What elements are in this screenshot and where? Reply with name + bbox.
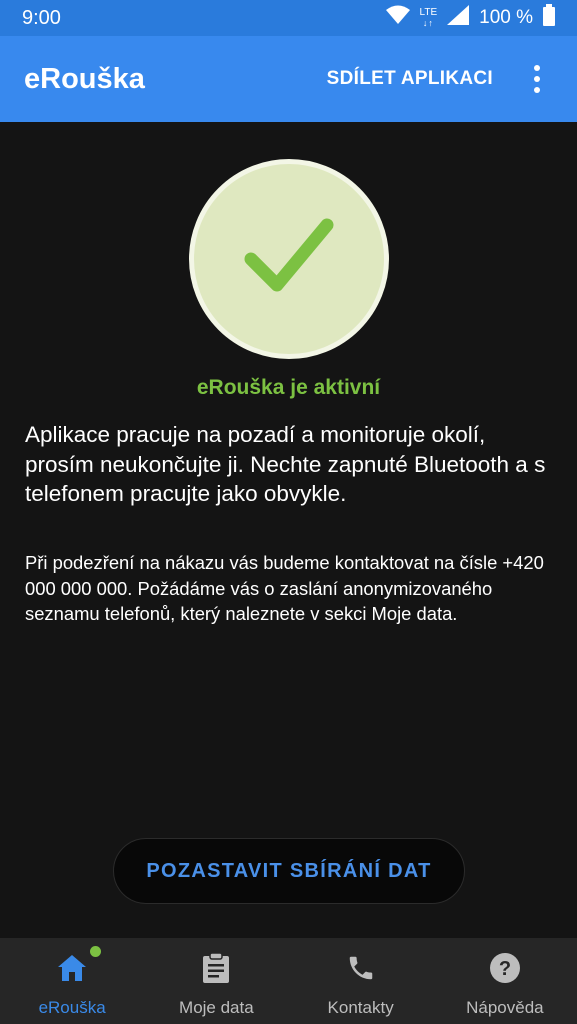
lte-icon: LTE ↓↑ (419, 7, 438, 29)
contact-info-text: Při podezření na nákazu vás budeme konta… (25, 552, 544, 624)
status-bar: 9:00 LTE ↓↑ 100 % (0, 0, 577, 36)
wifi-icon (385, 5, 410, 31)
battery-icon (543, 4, 555, 32)
nav-item-erouska[interactable]: eRouška (0, 938, 144, 1024)
info-text: Aplikace pracuje na pozadí a monitoruje … (25, 422, 546, 506)
bottom-nav: eRouška Moje data Kontakty ? Nápověda (0, 938, 577, 1024)
phone-icon (345, 952, 377, 984)
status-indicator (189, 159, 389, 359)
pause-collection-button[interactable]: POZASTAVIT SBÍRÁNÍ DAT (113, 838, 465, 904)
main-content: eRouška je aktivní Aplikace pracuje na p… (0, 122, 577, 938)
status-label: eRouška je aktivní (196, 376, 381, 399)
status-dot (90, 946, 102, 957)
nav-label: Moje data (179, 998, 254, 1017)
nav-item-napoveda[interactable]: ? Nápověda (433, 938, 577, 1024)
signal-icon (447, 5, 470, 31)
nav-item-moje-data[interactable]: Moje data (144, 938, 288, 1024)
share-app-button[interactable]: SDÍLET APLIKACI (327, 68, 493, 90)
check-icon (241, 209, 337, 310)
nav-label: Kontakty (327, 998, 394, 1017)
status-icons: LTE ↓↑ 100 % (385, 4, 555, 32)
app-bar: eRouška SDÍLET APLIKACI (0, 36, 577, 122)
home-icon (56, 946, 102, 984)
nav-item-kontakty[interactable]: Kontakty (289, 938, 433, 1024)
help-icon: ? (489, 952, 521, 984)
svg-text:?: ? (499, 958, 511, 980)
more-vert-icon[interactable] (515, 57, 559, 101)
app-title: eRouška (24, 62, 145, 95)
nav-label: Nápověda (466, 998, 544, 1017)
status-time: 9:00 (22, 6, 61, 29)
network-type: LTE (419, 7, 438, 18)
nav-label: eRouška (38, 998, 106, 1017)
battery-percent: 100 % (479, 7, 533, 28)
clipboard-icon (200, 952, 232, 984)
